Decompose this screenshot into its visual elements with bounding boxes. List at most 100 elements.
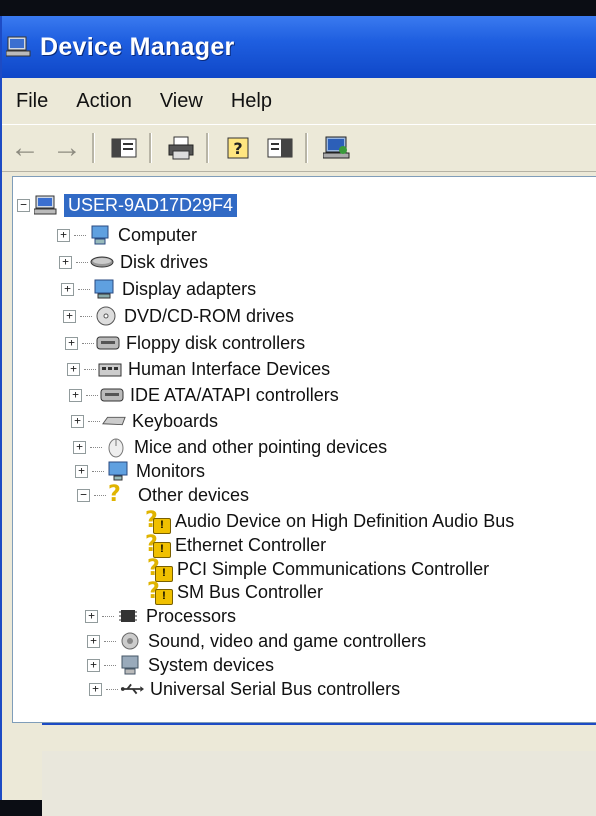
expand-icon[interactable]: + xyxy=(73,440,86,454)
print-button[interactable] xyxy=(162,131,200,165)
cd-rom-icon xyxy=(94,306,118,326)
back-icon: ← xyxy=(10,131,40,164)
tree-item-computer[interactable]: + Computer xyxy=(57,223,197,247)
tree-connector xyxy=(104,640,116,642)
expand-icon[interactable]: + xyxy=(67,362,80,376)
tree-connector xyxy=(94,494,106,496)
tree-item-disk-drives[interactable]: + Disk drives xyxy=(59,250,208,274)
computer-icon xyxy=(88,225,112,245)
tree-item-other-devices[interactable]: − ? Other devices xyxy=(77,483,249,507)
window-title: Device Manager xyxy=(40,32,235,61)
tree-item-sound-video-game[interactable]: + Sound, video and game controllers xyxy=(87,629,426,653)
collapse-icon[interactable]: − xyxy=(17,198,30,212)
expand-icon[interactable]: + xyxy=(87,634,100,648)
warning-device-icon: ?! xyxy=(145,534,171,558)
tree-item-pci-controller[interactable]: ?! PCI Simple Communications Controller xyxy=(147,557,490,582)
expand-icon[interactable]: + xyxy=(69,388,82,402)
expand-icon[interactable]: + xyxy=(85,609,98,623)
tree-item-human-interface-devices[interactable]: + Human Interface Devices xyxy=(67,357,330,381)
properties-icon xyxy=(267,138,293,158)
device-manager-window: Device Manager File Action View Help ← →… xyxy=(0,16,596,816)
floppy-controller-icon xyxy=(96,333,120,353)
tree-item-dvd-cd-rom-drives[interactable]: + DVD/CD-ROM drives xyxy=(63,304,294,328)
tree-connector xyxy=(84,368,96,370)
expand-icon[interactable]: + xyxy=(65,336,78,350)
back-button[interactable]: ← xyxy=(6,131,44,165)
tree-label: Sound, video and game controllers xyxy=(148,630,427,651)
menu-bar: File Action View Help xyxy=(2,82,596,120)
tree-connector xyxy=(88,420,100,422)
computer-name[interactable]: USER-9AD17D29F4 xyxy=(64,193,238,217)
menu-action[interactable]: Action xyxy=(62,90,146,113)
tree-item-usb-controllers[interactable]: + Universal Serial Bus controllers xyxy=(89,677,400,701)
tree-item-ethernet-controller[interactable]: ?! Ethernet Controller xyxy=(145,533,327,558)
tree-item-monitors[interactable]: + Monitors xyxy=(75,459,205,483)
device-manager-icon xyxy=(5,36,32,58)
tree-label: DVD/CD-ROM drives xyxy=(124,305,295,326)
tree-label: SM Bus Controller xyxy=(177,581,324,602)
toolbar-separator xyxy=(206,133,209,163)
show-hide-tree-button[interactable] xyxy=(105,131,143,165)
expand-icon[interactable]: + xyxy=(63,309,76,323)
tree-item-keyboards[interactable]: + Keyboards xyxy=(71,409,218,433)
display-adapter-icon xyxy=(92,279,116,299)
tree-label: Floppy disk controllers xyxy=(126,332,306,353)
expand-icon[interactable]: + xyxy=(61,282,74,296)
tree-label: Mice and other pointing devices xyxy=(134,436,388,457)
scan-hardware-icon xyxy=(323,136,350,159)
svg-text:?: ? xyxy=(233,139,242,158)
computer-icon xyxy=(34,195,58,215)
expand-icon[interactable]: + xyxy=(71,414,84,428)
tree-item-audio-device[interactable]: ?! Audio Device on High Definition Audio… xyxy=(145,509,515,534)
tree-label: Human Interface Devices xyxy=(128,358,331,379)
tree-label: System devices xyxy=(148,654,275,675)
mouse-icon xyxy=(104,437,128,458)
tree-connector xyxy=(82,342,94,344)
tree-label: Other devices xyxy=(138,484,250,505)
speaker-icon xyxy=(118,631,142,651)
tree-label: Audio Device on High Definition Audio Bu… xyxy=(175,510,515,531)
expand-icon[interactable]: + xyxy=(57,228,70,242)
warning-device-icon: ?! xyxy=(147,581,173,605)
forward-button[interactable]: → xyxy=(48,131,86,165)
warning-device-icon: ?! xyxy=(147,558,173,582)
tree-label: Processors xyxy=(146,605,237,626)
toolbar-separator xyxy=(92,133,95,163)
device-tree[interactable]: − USER-9AD17D29F4 + Computer + Disk driv… xyxy=(12,176,596,723)
tree-item-system-devices[interactable]: + System devices xyxy=(87,653,274,677)
ide-controller-icon xyxy=(100,385,124,405)
expand-icon[interactable]: + xyxy=(59,255,72,269)
menu-file[interactable]: File xyxy=(2,90,62,113)
system-device-icon xyxy=(118,655,142,675)
tree-item-ide-ata-atapi-controllers[interactable]: + IDE ATA/ATAPI controllers xyxy=(69,383,339,407)
title-bar[interactable]: Device Manager xyxy=(2,16,596,78)
expand-icon[interactable]: + xyxy=(89,682,102,696)
tree-item-floppy-disk-controllers[interactable]: + Floppy disk controllers xyxy=(65,331,305,355)
tree-label: Computer xyxy=(118,224,198,245)
tree-label: PCI Simple Communications Controller xyxy=(177,558,490,579)
tree-connector xyxy=(80,315,92,317)
properties-button[interactable] xyxy=(261,131,299,165)
menu-help[interactable]: Help xyxy=(217,90,286,113)
tree-item-display-adapters[interactable]: + Display adapters xyxy=(61,277,256,301)
tree-connector xyxy=(86,394,98,396)
tree-label: Ethernet Controller xyxy=(175,534,327,555)
tree-item-sm-bus-controller[interactable]: ?! SM Bus Controller xyxy=(147,580,324,605)
tree-connector xyxy=(92,470,104,472)
toolbar-separator xyxy=(149,133,152,163)
tree-connector xyxy=(104,664,116,666)
monitor-icon xyxy=(106,461,130,481)
menu-view[interactable]: View xyxy=(146,90,217,113)
expand-icon[interactable]: + xyxy=(87,658,100,672)
tree-label: Monitors xyxy=(136,460,206,481)
help-button[interactable]: ? xyxy=(219,131,257,165)
tree-item-mice[interactable]: + Mice and other pointing devices xyxy=(73,435,387,459)
tree-connector xyxy=(106,688,118,690)
collapse-icon[interactable]: − xyxy=(77,488,90,502)
tree-label: Display adapters xyxy=(122,278,257,299)
expand-icon[interactable]: + xyxy=(75,464,88,478)
hid-icon xyxy=(98,359,122,379)
scan-hardware-button[interactable] xyxy=(318,131,356,165)
tree-root[interactable]: − USER-9AD17D29F4 xyxy=(17,193,238,217)
tree-item-processors[interactable]: + Processors xyxy=(85,604,236,628)
